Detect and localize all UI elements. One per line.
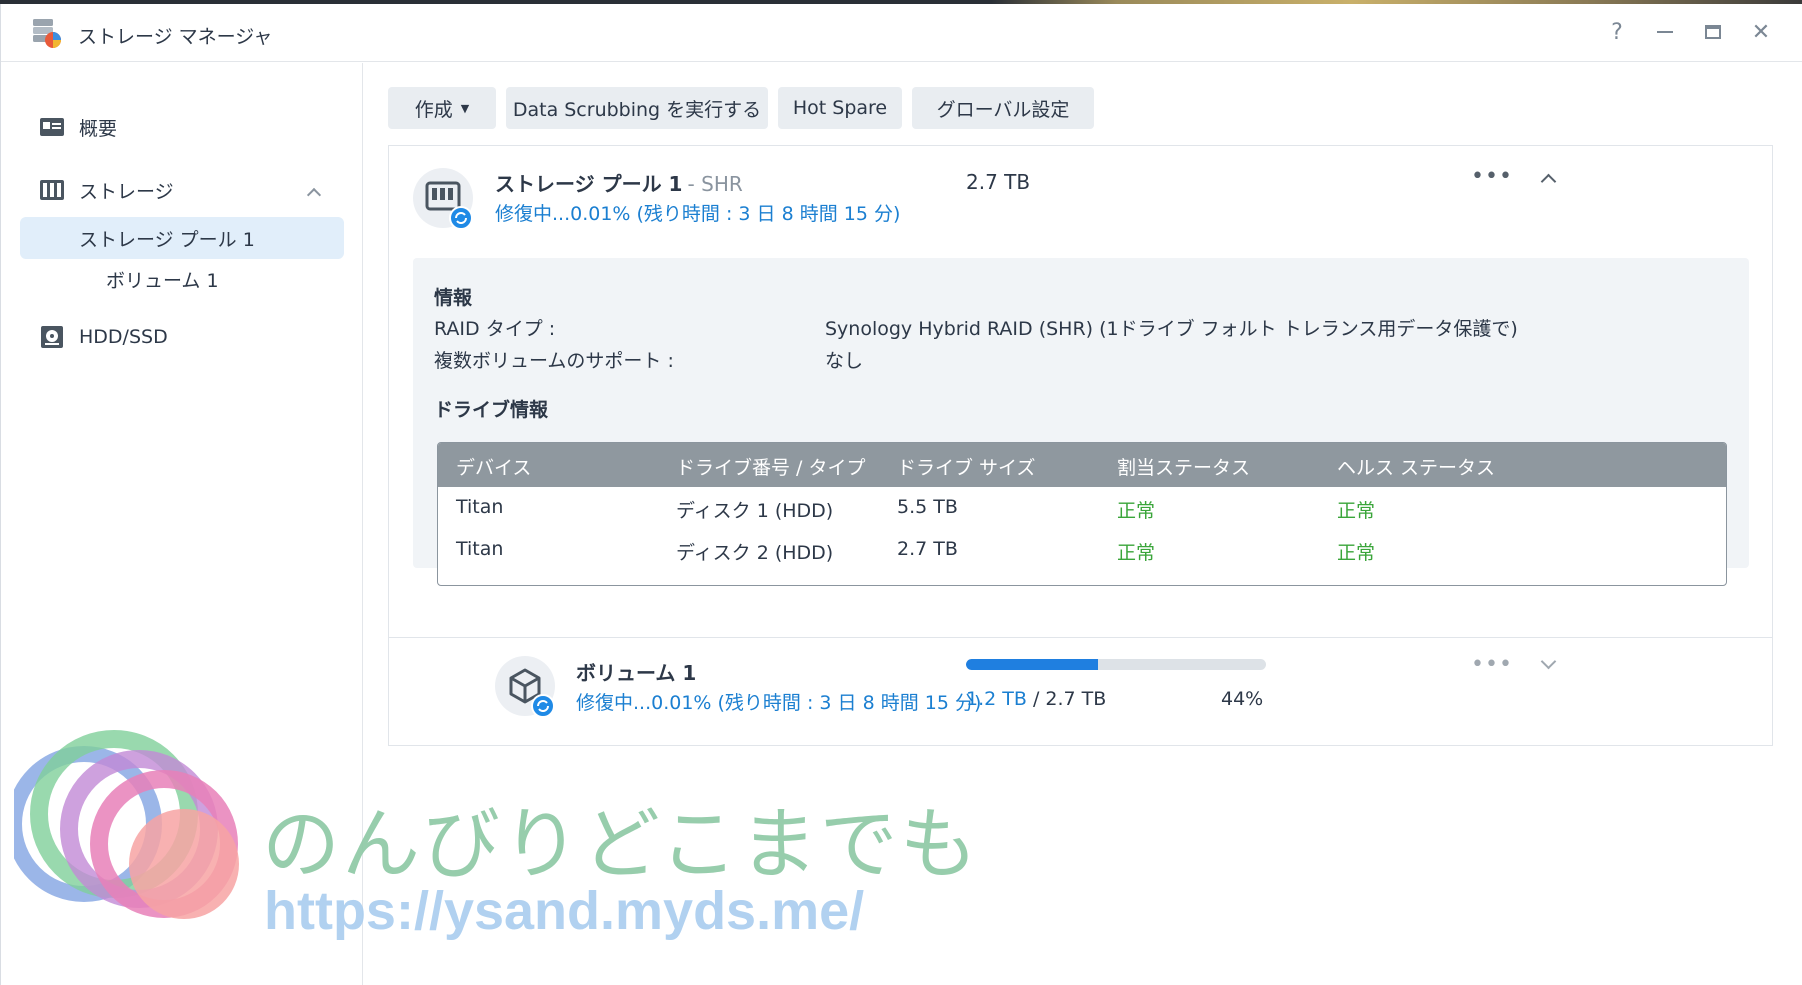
column-header: 割当ステータス <box>1117 457 1251 479</box>
storage-pool-name: ストレージ プール 1 <box>495 172 683 196</box>
close-icon[interactable]: ✕ <box>1747 18 1775 46</box>
drive-info-heading: ドライブ情報 <box>434 399 549 421</box>
volume-usage-bar <box>966 659 1266 670</box>
volume-name: ボリューム 1 <box>576 661 697 685</box>
table-row[interactable]: Titan ディスク 1 (HDD) 5.5 TB 正常 正常 <box>438 487 1726 529</box>
storage-pool-info-panel: 情報 RAID タイプ : Synology Hybrid RAID (SHR)… <box>413 258 1749 586</box>
table-cell: 2.7 TB <box>897 538 958 560</box>
global-settings-button[interactable]: グローバル設定 <box>912 87 1094 129</box>
title-bar[interactable]: ストレージ マネージャ ? ✕ <box>1 4 1802 62</box>
minimize-icon[interactable] <box>1651 18 1679 46</box>
hot-spare-button[interactable]: Hot Spare <box>778 87 902 129</box>
volume-status: 修復中...0.01% (残り時間 : 3 日 8 時間 15 分) <box>576 692 982 714</box>
sidebar-item-overview[interactable]: 概要 <box>39 109 117 145</box>
storage-pool-card: ストレージ プール 1 - SHR 2.7 TB 修復中...0.01% (残り… <box>388 145 1773 638</box>
storage-pool-type: - SHR <box>687 172 743 196</box>
table-cell: Titan <box>456 496 504 518</box>
health-status: 正常 <box>1337 500 1376 522</box>
volume-percent: 44% <box>1221 688 1264 710</box>
storage-icon <box>40 180 64 200</box>
sidebar-item-label: 概要 <box>79 117 118 140</box>
column-header: ヘルス ステータス <box>1337 457 1496 479</box>
storage-pool-size: 2.7 TB <box>966 170 1031 194</box>
volume-used: 1.2 TB <box>966 688 1027 710</box>
column-header: ドライブ サイズ <box>897 457 1036 479</box>
sync-icon <box>531 694 555 718</box>
watermark-text: のんびりどこまでも <box>262 800 980 890</box>
help-icon[interactable]: ? <box>1603 18 1631 46</box>
collapse-chevron-icon[interactable] <box>1540 173 1557 190</box>
raid-type-label: RAID タイプ : <box>434 318 556 340</box>
sidebar-item-label: ボリューム 1 <box>106 269 219 292</box>
hdd-icon <box>41 326 63 348</box>
sidebar-item-label: ストレージ プール 1 <box>79 228 255 251</box>
info-heading: 情報 <box>434 287 473 309</box>
sidebar-item-hdd-ssd[interactable]: HDD/SSD <box>39 319 168 355</box>
sidebar-item-label: HDD/SSD <box>79 326 168 348</box>
volume-usage-text: 1.2 TB / 2.7 TB <box>966 688 1106 710</box>
drive-table-header: デバイス ドライブ番号 / タイプ ドライブ サイズ 割当ステータス ヘルス ス… <box>438 443 1726 487</box>
window-title: ストレージ マネージャ <box>78 26 273 48</box>
sidebar-item-volume-1[interactable]: ボリューム 1 <box>106 261 219 297</box>
watermark-url: https://ysand.myds.me/ <box>264 881 865 941</box>
more-options-icon[interactable]: ••• <box>1471 164 1513 189</box>
multi-volume-value: なし <box>825 350 864 372</box>
overview-icon <box>40 118 64 136</box>
storage-pool-status: 修復中...0.01% (残り時間 : 3 日 8 時間 15 分) <box>495 203 901 225</box>
create-button[interactable]: 作成 ▼ <box>388 87 496 129</box>
caret-down-icon: ▼ <box>460 101 470 115</box>
watermark-logo <box>14 730 239 919</box>
volume-separator: / <box>1026 688 1046 710</box>
multi-volume-label: 複数ボリュームのサポート : <box>434 350 674 372</box>
column-header: デバイス <box>456 457 532 479</box>
table-cell: ディスク 2 (HDD) <box>676 542 834 564</box>
raid-type-value: Synology Hybrid RAID (SHR) (1ドライブ フォルト ト… <box>825 318 1518 340</box>
allocation-status: 正常 <box>1117 542 1156 564</box>
chevron-up-icon[interactable] <box>306 187 322 203</box>
table-cell: 5.5 TB <box>897 496 958 518</box>
expand-chevron-icon[interactable] <box>1540 653 1557 670</box>
table-cell: Titan <box>456 538 504 560</box>
table-cell: ディスク 1 (HDD) <box>676 500 834 522</box>
storage-manager-app-icon <box>33 19 61 48</box>
volume-usage-fill <box>966 659 1098 670</box>
volume-total: 2.7 TB <box>1045 688 1107 710</box>
sidebar-item-storage[interactable]: ストレージ <box>39 172 174 208</box>
health-status: 正常 <box>1337 542 1376 564</box>
sync-icon <box>449 206 473 230</box>
create-button-label: 作成 <box>414 98 453 121</box>
sidebar-item-label: ストレージ <box>79 180 174 203</box>
more-options-icon[interactable]: ••• <box>1471 652 1513 677</box>
data-scrubbing-button[interactable]: Data Scrubbing を実行する <box>506 87 768 129</box>
allocation-status: 正常 <box>1117 500 1156 522</box>
drive-table: デバイス ドライブ番号 / タイプ ドライブ サイズ 割当ステータス ヘルス ス… <box>437 442 1727 586</box>
maximize-icon[interactable] <box>1699 18 1727 46</box>
table-row[interactable]: Titan ディスク 2 (HDD) 2.7 TB 正常 正常 <box>438 529 1726 571</box>
sidebar-item-storage-pool-1-label[interactable]: ストレージ プール 1 <box>79 220 255 256</box>
volume-card: ボリューム 1 修復中...0.01% (残り時間 : 3 日 8 時間 15 … <box>388 638 1773 746</box>
column-header: ドライブ番号 / タイプ <box>676 457 866 479</box>
storage-pool-title: ストレージ プール 1 - SHR <box>495 168 743 197</box>
